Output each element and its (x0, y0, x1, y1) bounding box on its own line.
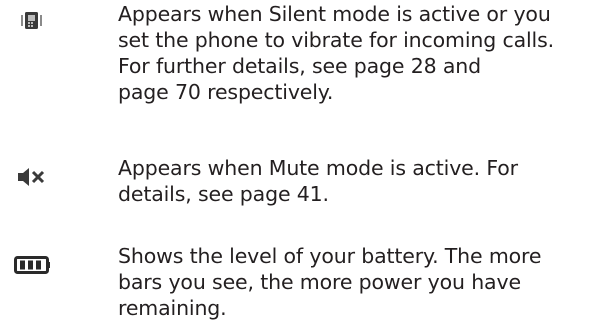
description-line: bars you see, the more power you have (118, 270, 521, 294)
silent-vibrate-icon (14, 10, 54, 42)
description-line: details, see page 41. (118, 182, 329, 206)
battery-level-icon (14, 252, 54, 284)
description-line: Appears when Mute mode is active. For (118, 156, 518, 180)
entry-description: Shows the level of your battery. The mor… (118, 243, 598, 321)
description-line: For further details, see page 28 and (118, 54, 482, 78)
mute-icon (14, 164, 54, 196)
entry-description: Appears when Mute mode is active. For de… (118, 155, 598, 207)
description-line: page 70 respectively. (118, 80, 334, 104)
manual-page: { "entries": [ { "icon": "silent-vibrate… (0, 0, 601, 332)
entry-description: Appears when Silent mode is active or yo… (118, 1, 598, 105)
description-line: remaining. (118, 296, 227, 320)
description-line: set the phone to vibrate for incoming ca… (118, 28, 554, 52)
description-line: Shows the level of your battery. The mor… (118, 244, 542, 268)
description-line: Appears when Silent mode is active or yo… (118, 2, 551, 26)
